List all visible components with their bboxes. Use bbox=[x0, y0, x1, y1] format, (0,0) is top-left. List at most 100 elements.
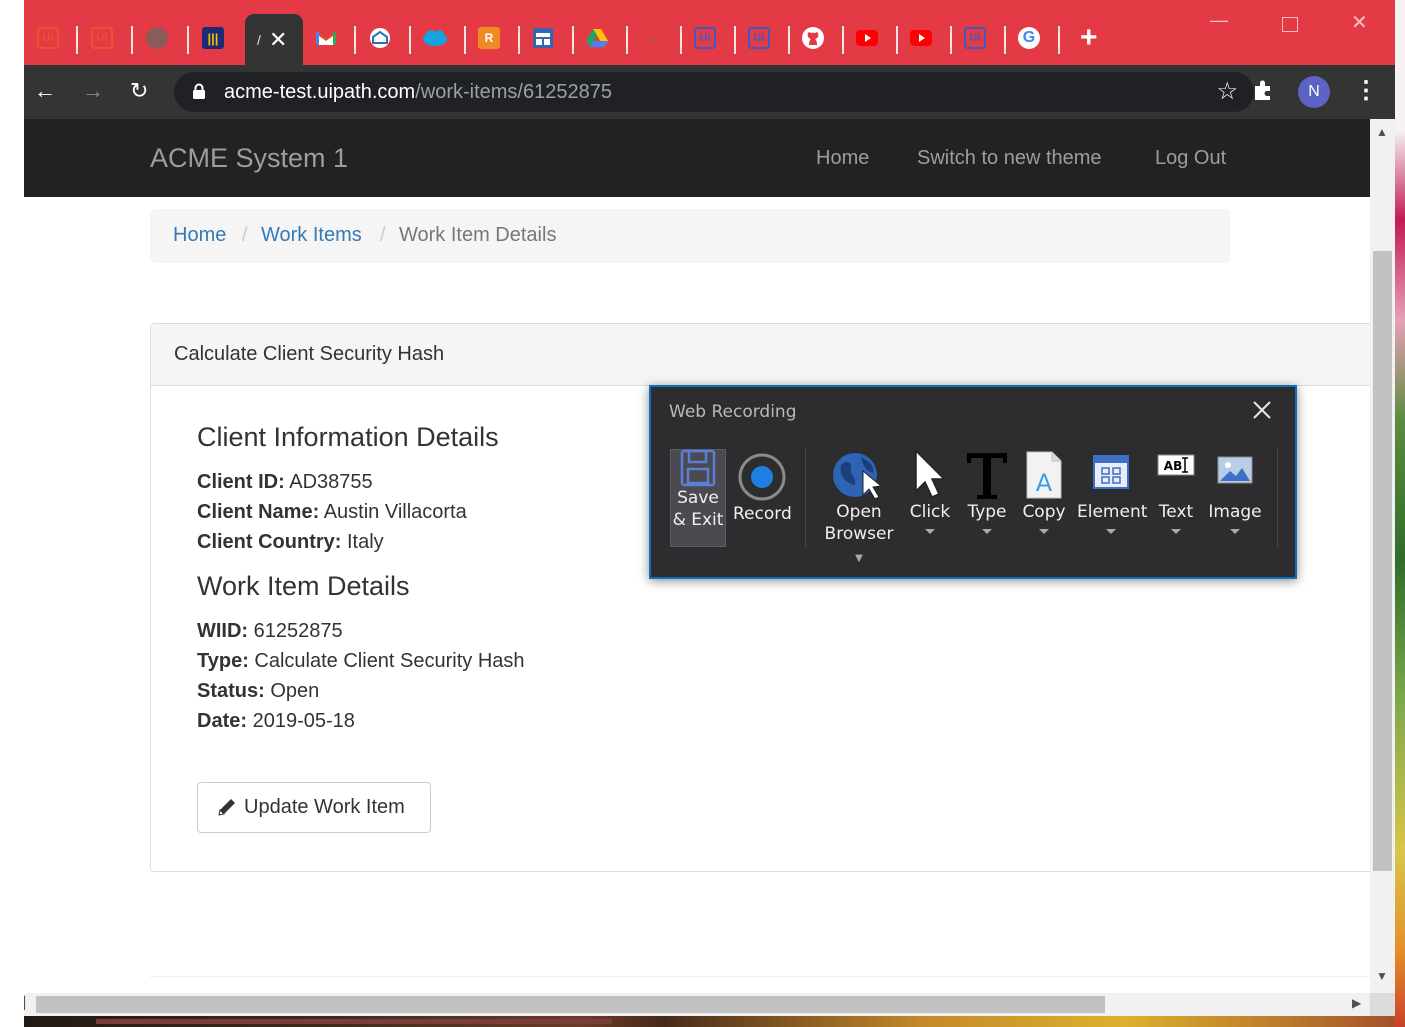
page-divider bbox=[150, 976, 1370, 977]
element-button[interactable]: Element bbox=[1077, 449, 1147, 549]
chevron-down-icon[interactable] bbox=[1106, 529, 1116, 534]
tab-strip: Ui Ui ||| / ✕ R ▦ Ui Ui Ui G + — ✕ bbox=[24, 0, 1395, 65]
tab-github[interactable] bbox=[797, 22, 829, 54]
taskbar-item bbox=[96, 1019, 612, 1024]
chevron-down-icon[interactable] bbox=[982, 529, 992, 534]
lock-icon bbox=[193, 83, 205, 99]
chevron-down-icon[interactable] bbox=[1171, 529, 1181, 534]
mail-icon bbox=[370, 28, 390, 48]
tab-uipath-2[interactable]: Ui bbox=[86, 22, 118, 54]
work-item-heading: Work Item Details bbox=[197, 571, 410, 601]
uipath-icon: Ui bbox=[91, 27, 113, 49]
update-work-item-button[interactable]: Update Work Item bbox=[197, 782, 431, 833]
scroll-up-icon[interactable]: ▲ bbox=[1376, 125, 1388, 139]
tab-globe[interactable] bbox=[141, 22, 173, 54]
scrollbar-corner bbox=[1370, 993, 1395, 1016]
google-drive-icon bbox=[586, 29, 608, 47]
tab-separator bbox=[788, 26, 790, 54]
text-button[interactable]: AB Text bbox=[1151, 449, 1201, 549]
client-name-label: Client Name: bbox=[197, 501, 320, 523]
tab-drive[interactable] bbox=[581, 22, 613, 54]
minimize-icon[interactable]: — bbox=[1210, 10, 1228, 31]
reload-icon[interactable]: ↻ bbox=[130, 77, 148, 105]
tab-r[interactable]: R bbox=[473, 22, 505, 54]
tab-active-acme[interactable]: / ✕ bbox=[245, 14, 303, 65]
web-recording-title: Web Recording bbox=[669, 402, 797, 422]
close-icon[interactable] bbox=[1251, 399, 1273, 421]
nav-switch-theme-link[interactable]: Switch to new theme bbox=[917, 147, 1102, 170]
scroll-right-icon[interactable]: ▶ bbox=[1352, 996, 1361, 1010]
breadcrumb-work-items[interactable]: Work Items bbox=[261, 224, 362, 247]
image-label: Image bbox=[1208, 502, 1262, 522]
site-brand[interactable]: ACME System 1 bbox=[150, 143, 348, 174]
tab-uipath-1[interactable]: Ui bbox=[32, 22, 64, 54]
tab-separator bbox=[518, 26, 520, 54]
copy-button[interactable]: A Copy bbox=[1019, 449, 1069, 549]
tab-gmail[interactable] bbox=[310, 22, 342, 54]
tab-youtube-2[interactable] bbox=[905, 22, 937, 54]
profile-avatar[interactable]: N bbox=[1298, 76, 1330, 108]
open-browser-button[interactable]: Open Browser ▼ bbox=[819, 449, 899, 564]
youtube-icon bbox=[856, 30, 878, 46]
tab-separator bbox=[572, 26, 574, 54]
click-button[interactable]: Click bbox=[907, 449, 953, 549]
save-exit-label-2: & Exit bbox=[672, 510, 724, 530]
breadcrumb-separator: / bbox=[380, 224, 386, 246]
nav-logout-link[interactable]: Log Out bbox=[1155, 147, 1226, 170]
scroll-left-icon[interactable]: ▏ bbox=[24, 996, 33, 1010]
breadcrumb-home[interactable]: Home bbox=[173, 224, 226, 247]
chevron-down-icon[interactable] bbox=[1230, 529, 1240, 534]
horizontal-scrollbar[interactable]: ▏ ▶ bbox=[24, 993, 1370, 1016]
tab-youtube-1[interactable] bbox=[851, 22, 883, 54]
status-label: Status: bbox=[197, 680, 265, 702]
client-id-value: AD38755 bbox=[289, 471, 373, 493]
tab-mail[interactable] bbox=[364, 22, 396, 54]
save-exit-button[interactable]: Save & Exit bbox=[670, 449, 726, 549]
forward-arrow-icon[interactable]: → bbox=[82, 77, 104, 105]
chevron-down-icon: ▼ bbox=[855, 553, 863, 564]
panel-title: Calculate Client Security Hash bbox=[174, 343, 445, 365]
nav-home-link[interactable]: Home bbox=[816, 147, 869, 170]
tab-close-icon[interactable]: ✕ bbox=[269, 27, 287, 53]
chevron-down-icon[interactable] bbox=[1039, 529, 1049, 534]
tab-separator bbox=[842, 26, 844, 54]
type-value: Calculate Client Security Hash bbox=[254, 650, 525, 672]
browser-window: Ui Ui ||| / ✕ R ▦ Ui Ui Ui G + — ✕ ← → ↻… bbox=[24, 0, 1395, 1016]
back-arrow-icon[interactable]: ← bbox=[34, 77, 56, 105]
new-tab-button[interactable]: + bbox=[1080, 22, 1098, 54]
cursor-icon bbox=[915, 449, 946, 498]
tab-uipath-4[interactable]: Ui bbox=[743, 22, 775, 54]
close-window-icon[interactable]: ✕ bbox=[1351, 10, 1368, 35]
breadcrumb: Home / Work Items / Work Item Details bbox=[150, 209, 1230, 263]
client-id-label: Client ID: bbox=[197, 471, 285, 493]
scroll-down-icon[interactable]: ▼ bbox=[1376, 969, 1388, 983]
extensions-puzzle-icon[interactable] bbox=[1252, 79, 1274, 107]
tab-salesforce[interactable] bbox=[419, 22, 451, 54]
tab-uipath-3[interactable]: Ui bbox=[689, 22, 721, 54]
type-label: Type bbox=[967, 502, 1007, 522]
address-bar[interactable]: acme-test.uipath.com/work-items/61252875… bbox=[174, 72, 1254, 112]
browser-menu-icon[interactable]: ⋮ bbox=[1354, 77, 1378, 105]
vertical-scroll-thumb[interactable] bbox=[1373, 251, 1392, 871]
text-icon: AB bbox=[1157, 454, 1195, 476]
image-button[interactable]: Image bbox=[1207, 449, 1263, 549]
update-work-item-label: Update Work Item bbox=[244, 796, 405, 818]
tab-app[interactable]: ▦ bbox=[635, 22, 667, 54]
record-button[interactable]: Record bbox=[733, 449, 792, 549]
site-navbar: ACME System 1 Home Switch to new theme L… bbox=[24, 119, 1370, 197]
youtube-icon bbox=[910, 30, 932, 46]
type-button[interactable]: Type bbox=[961, 449, 1013, 549]
globe-cursor-icon bbox=[833, 453, 883, 500]
bookmark-star-icon[interactable]: ☆ bbox=[1216, 77, 1238, 106]
record-icon bbox=[738, 453, 786, 501]
horizontal-scroll-thumb[interactable] bbox=[36, 996, 1105, 1013]
tab-google[interactable]: G bbox=[1013, 22, 1045, 54]
tab-uipath-5[interactable]: Ui bbox=[959, 22, 991, 54]
github-icon bbox=[802, 27, 824, 49]
panel-heading: Calculate Client Security Hash bbox=[151, 324, 1370, 386]
vertical-scrollbar[interactable]: ▲ ▼ bbox=[1370, 119, 1395, 993]
tab-audio[interactable]: ||| bbox=[197, 22, 229, 54]
chevron-down-icon[interactable] bbox=[925, 529, 935, 534]
maximize-icon[interactable] bbox=[1282, 17, 1298, 32]
tab-calendar[interactable] bbox=[527, 22, 559, 54]
